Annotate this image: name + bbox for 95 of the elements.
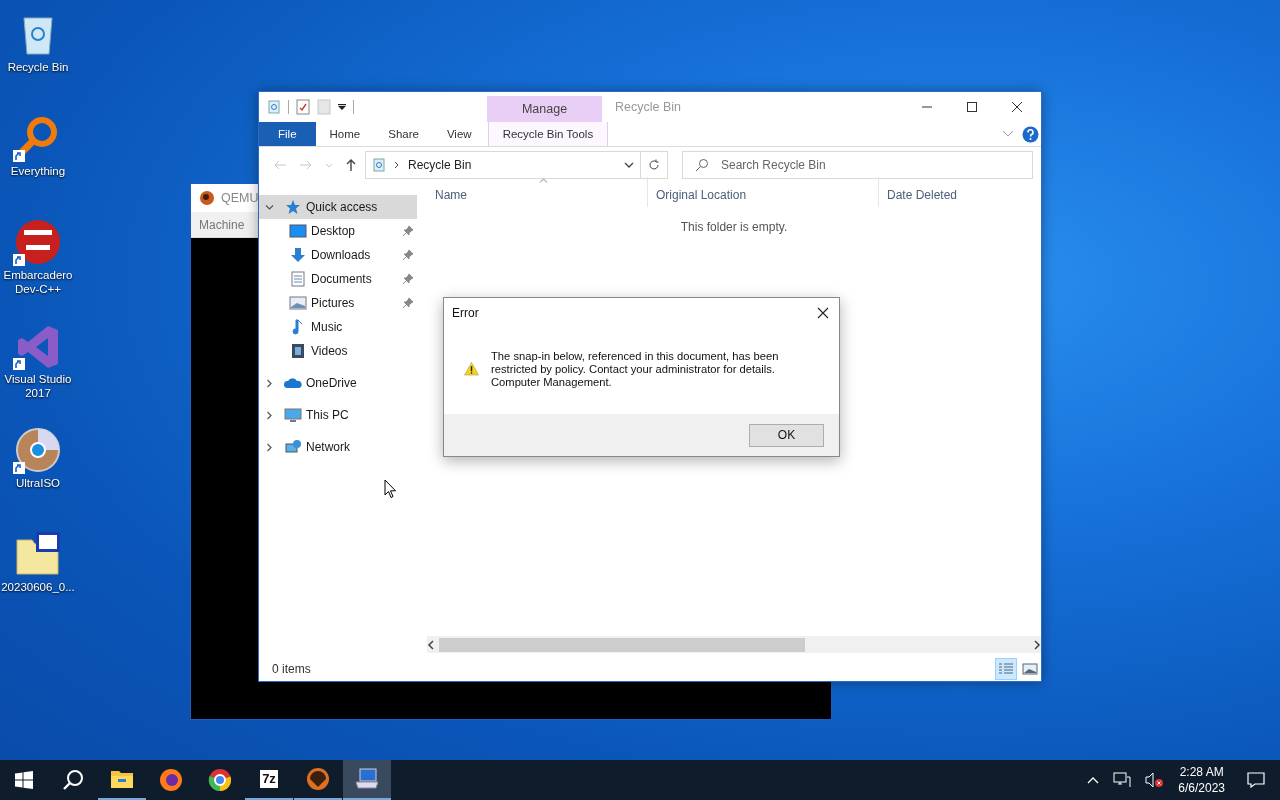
star-icon: [284, 199, 302, 215]
muted-volume-icon[interactable]: [1145, 772, 1166, 788]
breadcrumb-chevron-icon[interactable]: [394, 161, 400, 169]
details-list-icon: [998, 662, 1014, 676]
ribbon-tab[interactable]: View: [432, 122, 486, 146]
refresh-icon: [648, 159, 660, 171]
ribbon-tab[interactable]: File: [259, 122, 316, 146]
search-icon: [695, 158, 709, 172]
nav-item[interactable]: Music: [259, 315, 417, 339]
mouse-cursor-icon: [384, 479, 397, 499]
ribbon-tab[interactable]: Share: [374, 122, 433, 146]
ribbon-tab[interactable]: Recycle Bin Tools: [487, 122, 609, 146]
scroll-left-icon[interactable]: [427, 639, 435, 650]
close-icon[interactable]: [817, 307, 829, 319]
recycle-bin-icon: [372, 158, 386, 172]
window-title: QEMU: [221, 191, 259, 205]
menu-item[interactable]: Machine: [199, 217, 245, 232]
contextual-tab-header: Manage: [487, 96, 602, 122]
ok-button[interactable]: OK: [749, 423, 824, 447]
pin-icon[interactable]: [403, 250, 413, 260]
address-bar[interactable]: Recycle Bin: [365, 151, 641, 179]
nav-item[interactable]: Quick access: [259, 195, 417, 219]
expand-chevron-icon[interactable]: [265, 378, 274, 388]
desktop-icon-label[interactable]: UltraISO: [0, 476, 76, 490]
horizontal-scrollbar[interactable]: [427, 636, 1041, 653]
pin-icon[interactable]: [403, 226, 413, 236]
app-icon: [199, 190, 215, 206]
scroll-right-icon[interactable]: [1033, 639, 1041, 650]
search-icon: [62, 769, 84, 791]
maximize-icon[interactable]: [966, 101, 978, 113]
search-field[interactable]: Search Recycle Bin: [719, 157, 1032, 173]
refresh-button[interactable]: [640, 151, 668, 179]
close-icon[interactable]: [1011, 101, 1023, 113]
column-header[interactable]: Date Deleted: [879, 177, 1041, 207]
notifications-icon[interactable]: [1247, 772, 1265, 788]
browser-icon: [208, 768, 232, 792]
seven-zip-taskbar-button[interactable]: 7z: [245, 760, 293, 800]
picture-icon: [289, 295, 307, 311]
computer-icon: [284, 407, 302, 423]
picture-icon: [1022, 662, 1038, 676]
pin-icon[interactable]: [403, 298, 413, 308]
app-icon: [306, 767, 330, 791]
nav-item[interactable]: This PC: [259, 403, 417, 427]
show-hidden-icons-caret-icon[interactable]: [1087, 776, 1100, 784]
nav-item[interactable]: Pictures: [259, 291, 417, 315]
search-box[interactable]: Search Recycle Bin: [682, 151, 1033, 179]
ribbon-tab[interactable]: Home: [315, 122, 375, 146]
recycle-bin-icon: [267, 100, 281, 114]
nav-item[interactable]: Downloads: [259, 243, 417, 267]
desktop-icon-label[interactable]: Everything: [0, 164, 76, 178]
nav-item[interactable]: OneDrive: [259, 371, 417, 395]
expand-chevron-icon[interactable]: [265, 410, 274, 420]
error-message: The snap-in below, referenced in this document, has been restricted by policy. Contact your administrator for details. Computer Management.: [491, 349, 780, 389]
document-icon: [289, 271, 307, 287]
expand-chevron-icon[interactable]: [265, 442, 274, 452]
download-arrow-icon: [289, 247, 307, 263]
dropdown-caret-icon[interactable]: [338, 104, 346, 110]
console-taskbar-button[interactable]: [343, 760, 391, 800]
address-text[interactable]: Recycle Bin: [408, 158, 616, 172]
network-icon: [284, 439, 302, 455]
folder-icon: [110, 769, 134, 789]
column-header[interactable]: Original Location: [648, 177, 879, 207]
desktop-icon-label[interactable]: Embarcadero Dev-C++: [0, 268, 76, 296]
pin-icon[interactable]: [403, 274, 413, 284]
windows-logo-icon: [15, 771, 33, 789]
nav-item[interactable]: Network: [259, 435, 417, 459]
dialog-title: Error: [452, 306, 479, 320]
scrollbar-thumb[interactable]: [439, 637, 805, 652]
clock[interactable]: 2:28 AM 6/6/2023: [1172, 764, 1231, 796]
dropdown-caret-icon[interactable]: [624, 162, 634, 168]
collapse-chevron-icon[interactable]: [265, 202, 274, 212]
nav-item[interactable]: Videos: [259, 339, 417, 363]
dev-cpp-icon[interactable]: [14, 218, 62, 266]
up-arrow-icon[interactable]: [345, 158, 357, 172]
cloud-icon: [284, 375, 302, 391]
empty-folder-message: This folder is empty.: [679, 220, 789, 234]
disc-icon[interactable]: [14, 426, 62, 474]
column-header[interactable]: Name: [427, 177, 648, 207]
properties-icon[interactable]: [296, 99, 310, 115]
help-icon[interactable]: [1022, 125, 1039, 143]
sort-caret-icon: [539, 178, 548, 183]
computer-icon: [354, 768, 380, 790]
network-status-icon[interactable]: [1113, 772, 1132, 788]
expand-ribbon-icon[interactable]: [1002, 130, 1014, 138]
desktop-icon-label[interactable]: 20230606_0...: [0, 580, 76, 594]
window-title: Recycle Bin: [615, 100, 681, 114]
nav-item[interactable]: Desktop: [259, 219, 417, 243]
item-count: 0 items: [272, 662, 311, 676]
iso-file-icon[interactable]: [14, 530, 62, 578]
film-icon: [289, 343, 307, 359]
desktop-icon: [289, 223, 307, 239]
nav-item[interactable]: Documents: [259, 267, 417, 291]
desktop-icon-label[interactable]: Recycle Bin: [0, 60, 76, 74]
browser-icon: [159, 768, 183, 792]
desktop-icon-label[interactable]: Visual Studio 2017: [0, 372, 76, 400]
